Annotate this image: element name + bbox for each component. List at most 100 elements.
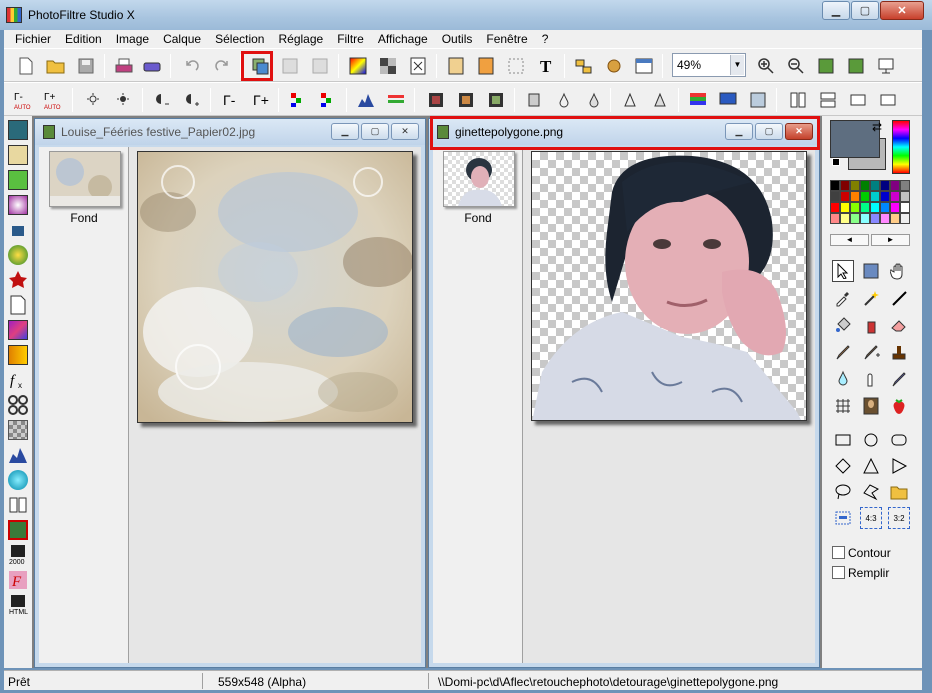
print-icon[interactable] bbox=[112, 54, 136, 78]
layer-icon[interactable] bbox=[8, 145, 28, 165]
hue-bar[interactable] bbox=[892, 120, 910, 174]
stamp-icon[interactable] bbox=[888, 341, 910, 363]
fit-window-icon[interactable] bbox=[844, 54, 868, 78]
ellipse-shape-icon[interactable] bbox=[860, 429, 882, 451]
window-icon[interactable] bbox=[632, 54, 656, 78]
gradient-bar-icon[interactable] bbox=[8, 345, 28, 365]
contrast-plus-icon[interactable] bbox=[180, 88, 204, 112]
menu-fenetre[interactable]: Fenêtre bbox=[479, 32, 534, 46]
image-frame-icon[interactable] bbox=[8, 520, 28, 540]
image-canvas[interactable] bbox=[531, 151, 807, 421]
menu-affichage[interactable]: Affichage bbox=[371, 32, 435, 46]
diamond-shape-icon[interactable] bbox=[832, 455, 854, 477]
ratio-43-button[interactable]: 4:3 bbox=[860, 507, 882, 529]
pattern-icon[interactable] bbox=[8, 395, 28, 415]
histogram-icon[interactable] bbox=[354, 88, 378, 112]
color-bars-icon[interactable] bbox=[686, 88, 710, 112]
menu-calque[interactable]: Calque bbox=[156, 32, 208, 46]
eyedropper-icon[interactable] bbox=[832, 287, 854, 309]
bubble-icon[interactable] bbox=[8, 470, 28, 490]
zoom-select[interactable]: 49% ▼ bbox=[672, 53, 746, 77]
doc-maximize-button[interactable]: ▢ bbox=[361, 123, 389, 140]
rotate-left-icon[interactable] bbox=[846, 88, 870, 112]
zoom-in-icon[interactable] bbox=[754, 54, 778, 78]
contrast-minus-icon[interactable] bbox=[150, 88, 174, 112]
text-tool-icon[interactable]: T bbox=[534, 54, 558, 78]
menu-selection[interactable]: Sélection bbox=[208, 32, 271, 46]
page-icon[interactable] bbox=[8, 295, 28, 315]
smudge-finger-icon[interactable] bbox=[860, 368, 882, 390]
lasso-icon[interactable] bbox=[832, 481, 854, 503]
layer-thumbnail[interactable] bbox=[443, 151, 515, 207]
gamma-minus-icon[interactable]: Γ- bbox=[218, 88, 242, 112]
palette-next-button[interactable]: ► bbox=[871, 234, 910, 246]
ratio-free-icon[interactable] bbox=[832, 507, 854, 529]
font-icon[interactable]: F bbox=[8, 570, 28, 590]
function-icon[interactable]: fx bbox=[8, 370, 28, 390]
filter-a-icon[interactable] bbox=[424, 88, 448, 112]
transparency-icon[interactable] bbox=[406, 54, 430, 78]
rectangle-shape-icon[interactable] bbox=[832, 429, 854, 451]
brightness-plus-icon[interactable] bbox=[112, 88, 136, 112]
layer-thumbnail[interactable] bbox=[49, 151, 121, 207]
menu-edition[interactable]: Edition bbox=[58, 32, 109, 46]
save-2000-icon[interactable]: 2000 bbox=[8, 545, 28, 566]
explorer-icon[interactable] bbox=[572, 54, 596, 78]
magic-wand-icon[interactable] bbox=[860, 287, 882, 309]
eraser-icon[interactable] bbox=[888, 314, 910, 336]
saturation-plus-icon[interactable] bbox=[316, 88, 340, 112]
histogram-side-icon[interactable] bbox=[8, 445, 28, 465]
grayscale-icon[interactable] bbox=[376, 54, 400, 78]
mona-lisa-icon[interactable] bbox=[860, 395, 882, 417]
menu-filtre[interactable]: Filtre bbox=[330, 32, 371, 46]
new-file-icon[interactable] bbox=[14, 54, 38, 78]
layer-options-icon[interactable] bbox=[278, 54, 302, 78]
levels-icon[interactable] bbox=[384, 88, 408, 112]
flip-vertical-icon[interactable] bbox=[816, 88, 840, 112]
globe-icon[interactable] bbox=[8, 245, 28, 265]
spray-icon[interactable] bbox=[860, 314, 882, 336]
document-window-ginette[interactable]: ginettepolygone.png ▁ ▢ ✕ Fond bbox=[428, 118, 820, 668]
default-colors-icon[interactable] bbox=[832, 158, 840, 166]
magic-icon[interactable] bbox=[8, 220, 28, 240]
document-window-papier[interactable]: Louise_Fééries festive_Papier02.jpg ▁ ▢ … bbox=[34, 118, 426, 668]
blur-drop-icon[interactable] bbox=[832, 368, 854, 390]
book-icon[interactable] bbox=[8, 495, 28, 515]
sharpen-icon[interactable] bbox=[582, 88, 606, 112]
menu-image[interactable]: Image bbox=[109, 32, 156, 46]
close-button[interactable]: ✕ bbox=[880, 1, 924, 20]
texture-icon[interactable] bbox=[8, 320, 28, 340]
star-icon[interactable] bbox=[8, 270, 28, 290]
mosaic-icon[interactable] bbox=[8, 420, 28, 440]
advanced-brush-icon[interactable] bbox=[860, 341, 882, 363]
menu-reglage[interactable]: Réglage bbox=[271, 32, 330, 46]
document-title-bar[interactable]: Louise_Fééries festive_Papier02.jpg ▁ ▢ … bbox=[35, 119, 425, 145]
brightness-minus-icon[interactable] bbox=[82, 88, 106, 112]
chevron-down-icon[interactable]: ▼ bbox=[730, 55, 744, 75]
monitor-green-icon[interactable] bbox=[8, 170, 28, 190]
pointer-icon[interactable] bbox=[832, 260, 854, 282]
flip-horizontal-icon[interactable] bbox=[786, 88, 810, 112]
triangle-icon[interactable] bbox=[618, 88, 642, 112]
load-shape-icon[interactable] bbox=[888, 481, 910, 503]
filter-b-icon[interactable] bbox=[454, 88, 478, 112]
triangle-right-shape-icon[interactable] bbox=[888, 455, 910, 477]
saturation-minus-icon[interactable] bbox=[286, 88, 310, 112]
brush-icon[interactable] bbox=[832, 341, 854, 363]
swap-colors-icon[interactable]: ⇄ bbox=[872, 120, 882, 134]
maximize-button[interactable]: ▢ bbox=[851, 1, 879, 20]
minimize-button[interactable]: ▁ bbox=[822, 1, 850, 20]
gamma-plus-icon[interactable]: Γ+ bbox=[248, 88, 272, 112]
canvas-size-icon[interactable] bbox=[474, 54, 498, 78]
undo-icon[interactable] bbox=[180, 54, 204, 78]
color-palette[interactable] bbox=[830, 180, 910, 224]
auto-contrast-minus-icon[interactable]: Γ- AUTO bbox=[12, 88, 36, 112]
contour-checkbox[interactable] bbox=[832, 546, 845, 559]
full-screen-icon[interactable] bbox=[874, 54, 898, 78]
automation-icon[interactable] bbox=[602, 54, 626, 78]
auto-contrast-plus-icon[interactable]: Γ+ AUTO bbox=[42, 88, 66, 112]
menu-outils[interactable]: Outils bbox=[435, 32, 480, 46]
line-tool-icon[interactable] bbox=[888, 287, 910, 309]
menu-help[interactable]: ? bbox=[535, 32, 556, 46]
polygon-lasso-icon[interactable] bbox=[860, 481, 882, 503]
